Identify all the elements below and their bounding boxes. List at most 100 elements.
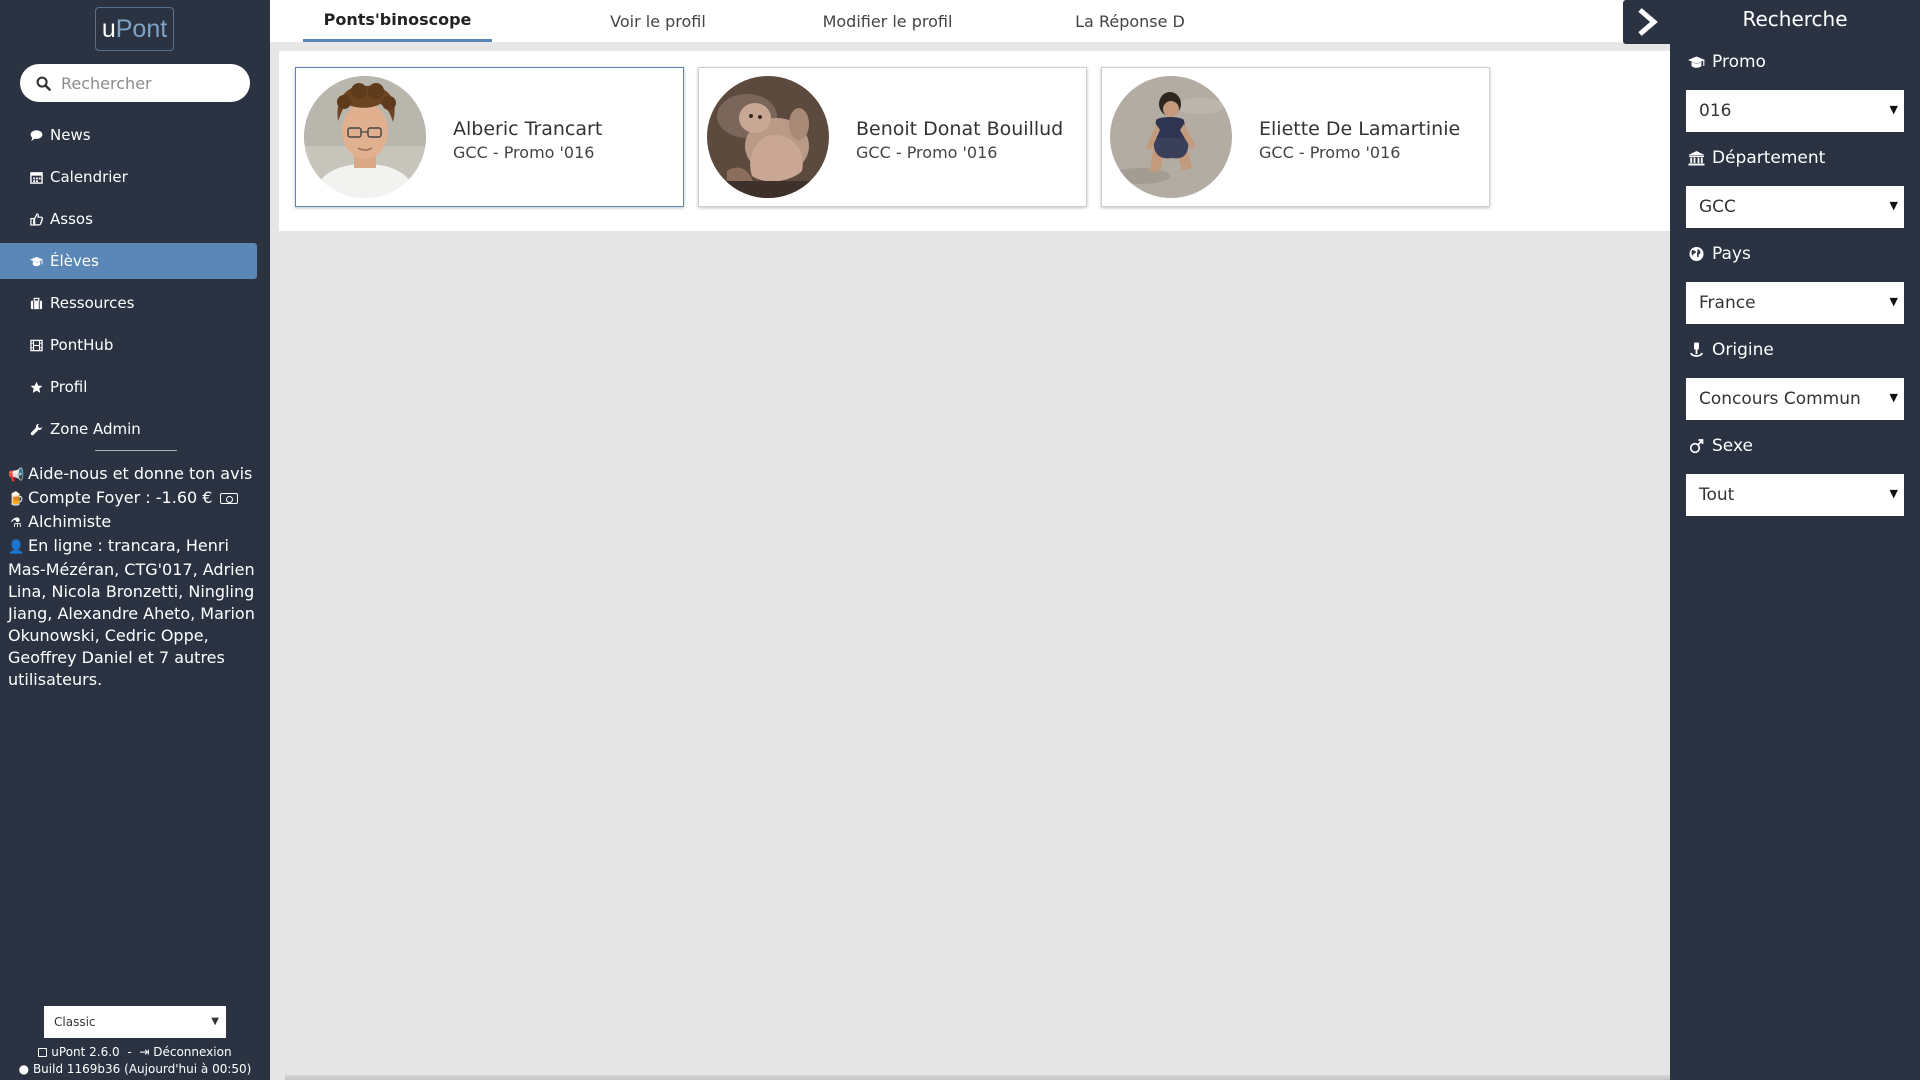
filter-label-text: Origine (1712, 340, 1774, 360)
flask-icon: ⚗ (10, 516, 22, 531)
promo-select[interactable]: 016 ▼ (1686, 90, 1904, 132)
gender-icon (1687, 438, 1705, 454)
tab-pontsbinoscope[interactable]: Ponts'binoscope (303, 0, 492, 42)
origine-select[interactable]: Concours Commun ▼ (1686, 378, 1904, 420)
filter-label-text: Département (1712, 148, 1826, 168)
app-logo[interactable]: u Pont (95, 7, 174, 51)
filter-label-text: Promo (1712, 52, 1766, 72)
online-users-text: En ligne : trancara, Henri Mas-Mézéran, … (8, 536, 255, 689)
tab-reponse-d[interactable]: La Réponse D (1030, 0, 1230, 42)
search-input[interactable] (61, 73, 241, 93)
results-panel: Alberic Trancart GCC - Promo '016 Benoit… (279, 51, 1670, 231)
pays-select[interactable]: France ▼ (1686, 282, 1904, 324)
sidebar-item-ressources[interactable]: Ressources (0, 285, 257, 321)
achievement-label: Alchimiste (28, 512, 112, 531)
student-photo (1110, 76, 1232, 198)
user-icon: 👤 (8, 540, 25, 555)
avatar (1110, 76, 1232, 198)
tab-modifier-profil[interactable]: Modifier le profil (780, 0, 995, 42)
chevron-down-icon: ▼ (1889, 391, 1898, 404)
student-card[interactable]: Eliette De Lamartinie GCC - Promo '016 (1101, 67, 1490, 207)
sidebar: uPont News Calendrier Assos Élèves Resso… (0, 0, 270, 1080)
tab-label: Ponts'binoscope (323, 10, 472, 29)
anchor-icon (1687, 342, 1705, 358)
avatar (304, 76, 426, 198)
foyer-account[interactable]: 🍺 Compte Foyer : -1.60 € (8, 487, 266, 511)
version-link[interactable]: uPont 2.6.0 (51, 1045, 119, 1059)
chevron-right-icon (1637, 8, 1658, 36)
sidebar-nav: News Calendrier Assos Élèves Ressources … (0, 117, 270, 453)
student-subtitle: GCC - Promo '016 (1259, 143, 1401, 162)
student-card[interactable]: Benoit Donat Bouillud GCC - Promo '016 (698, 67, 1087, 207)
search-panel: Recherche Promo 016 ▼ Département GCC ▼ Pa… (1670, 0, 1920, 1080)
foyer-balance: Compte Foyer : -1.60 € (28, 488, 213, 507)
sidebar-item-label: Ressources (50, 294, 135, 312)
chevron-down-icon: ▼ (1889, 487, 1898, 500)
build-link[interactable]: Build 1169b36 (33, 1062, 120, 1076)
sidebar-item-calendrier[interactable]: Calendrier (0, 159, 257, 195)
github-icon: ● (18, 1062, 30, 1076)
footer-version-line: uPont 2.6.0 - ⇥ Déconnexion (0, 1045, 270, 1059)
filter-label-promo: Promo (1687, 52, 1766, 72)
feedback-link[interactable]: 📢 Aide-nous et donne ton avis (8, 463, 266, 487)
sidebar-item-eleves[interactable]: Élèves (0, 243, 257, 279)
chevron-down-icon: ▼ (1889, 103, 1898, 116)
sidebar-item-profil[interactable]: Profil (0, 369, 257, 405)
graduation-cap-icon (1687, 54, 1705, 70)
theme-select[interactable]: Classic ▼ (44, 1006, 226, 1038)
chevron-down-icon: ▼ (211, 1016, 219, 1027)
search-panel-title: Recherche (1742, 7, 1848, 31)
student-name: Alberic Trancart (453, 118, 603, 140)
sexe-select[interactable]: Tout ▼ (1686, 474, 1904, 516)
tab-bar: Ponts'binoscope Voir le profil Modifier … (270, 0, 1670, 42)
feedback-label: Aide-nous et donne ton avis (28, 464, 253, 483)
student-photo (304, 76, 426, 198)
student-name: Benoit Donat Bouillud (856, 118, 1064, 140)
online-users: 👤 En ligne : trancara, Henri Mas-Mézéran,… (8, 535, 266, 691)
comment-icon (29, 128, 43, 142)
sidebar-item-news[interactable]: News (0, 117, 257, 153)
tab-voir-profil[interactable]: Voir le profil (568, 0, 748, 42)
sidebar-item-zone-admin[interactable]: Zone Admin (0, 411, 257, 447)
departement-select[interactable]: GCC ▼ (1686, 186, 1904, 228)
footer-separator: - (127, 1045, 132, 1059)
sidebar-item-label: Zone Admin (50, 420, 141, 438)
footer-build-line: ● Build 1169b36 (Aujourd'hui à 00:50) (0, 1062, 270, 1076)
origine-select-value: Concours Commun (1699, 389, 1861, 409)
logout-link[interactable]: Déconnexion (153, 1045, 231, 1059)
student-subtitle: GCC - Promo '016 (856, 143, 998, 162)
student-photo (707, 76, 829, 198)
student-card[interactable]: Alberic Trancart GCC - Promo '016 (295, 67, 684, 207)
sidebar-item-label: Élèves (50, 252, 99, 270)
search-box[interactable] (20, 64, 250, 102)
globe-icon (1687, 246, 1705, 262)
tab-label: La Réponse D (1075, 11, 1185, 31)
tab-label: Voir le profil (610, 11, 706, 31)
book-icon (38, 1048, 48, 1057)
sidebar-item-label: Calendrier (50, 168, 128, 186)
build-time: (Aujourd'hui à 00:50) (124, 1062, 252, 1076)
sidebar-item-label: PontHub (50, 336, 114, 354)
briefcase-icon (29, 296, 43, 310)
pays-select-value: France (1699, 293, 1756, 313)
bank-icon (1687, 150, 1705, 166)
sexe-select-value: Tout (1699, 485, 1735, 505)
sidebar-item-ponthub[interactable]: PontHub (0, 327, 257, 363)
calendar-icon (29, 170, 43, 184)
filter-label-origine: Origine (1687, 340, 1774, 360)
filter-label-sexe: Sexe (1687, 436, 1753, 456)
logo-text-pont: Pont (115, 14, 168, 43)
sidebar-divider (95, 450, 177, 451)
sidebar-item-assos[interactable]: Assos (0, 201, 257, 237)
achievement[interactable]: ⚗ Alchimiste (8, 511, 266, 535)
chevron-down-icon: ▼ (1889, 295, 1898, 308)
sidebar-info: 📢 Aide-nous et donne ton avis 🍺 Compte Foy… (8, 463, 266, 691)
wrench-icon (29, 422, 43, 436)
sidebar-item-label: Assos (50, 210, 93, 228)
departement-select-value: GCC (1699, 197, 1736, 217)
filter-label-text: Pays (1712, 244, 1751, 264)
beer-icon: 🍺 (8, 492, 25, 507)
collapse-panel-button[interactable] (1623, 0, 1670, 44)
star-icon (29, 380, 43, 394)
avatar (707, 76, 829, 198)
